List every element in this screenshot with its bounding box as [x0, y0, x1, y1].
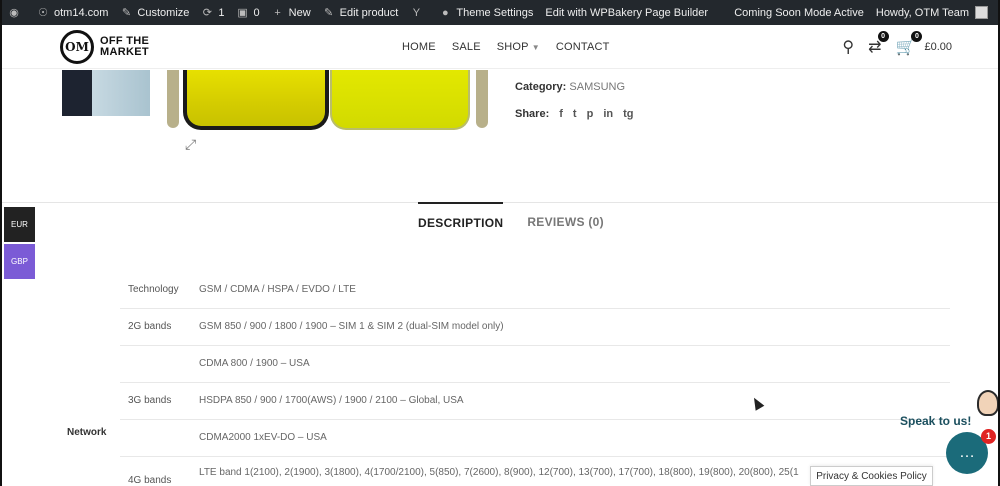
comments-count: 0 [253, 6, 260, 19]
thumbnail-light-phone [92, 70, 150, 116]
share-row: Share: f t p in tg [515, 108, 634, 120]
refresh-icon: ⟳ [202, 6, 212, 19]
wp-logo-menu[interactable]: ◉ [2, 0, 31, 25]
phone-back-yellow [330, 70, 470, 130]
product-tabs: DESCRIPTION REVIEWS (0) [418, 202, 628, 242]
customize-link[interactable]: ✎ Customize [114, 0, 195, 25]
site-logo[interactable]: OM OFF THE MARKET [60, 30, 149, 64]
thumbnail-dark-phone [62, 70, 92, 116]
updates-count: 1 [218, 6, 225, 19]
spec-value: CDMA 800 / 1900 – USA [199, 358, 310, 369]
spec-key: 4G bands [128, 475, 172, 486]
new-content-link[interactable]: + New [266, 0, 317, 25]
table-row: CDMA 800 / 1900 – USA [120, 346, 950, 383]
chat-notification-badge: 1 [981, 429, 996, 444]
cart-total[interactable]: £0.00 [924, 41, 952, 53]
wpbakery-link[interactable]: Edit with WPBakery Page Builder [539, 0, 714, 25]
edit-product-link[interactable]: ✎ Edit product [317, 0, 405, 25]
currency-gbp-button[interactable]: GBP [4, 244, 35, 279]
logo-text: OFF THE MARKET [100, 36, 149, 58]
table-row: 3G bands HSDPA 850 / 900 / 1700(AWS) / 1… [120, 383, 950, 420]
nav-shop[interactable]: SHOP ▼ [497, 41, 540, 53]
phone-side-left [167, 70, 179, 128]
spec-value: GSM / CDMA / HSPA / EVDO / LTE [199, 284, 356, 295]
spec-key: 3G bands [128, 395, 172, 406]
customize-label: Customize [137, 6, 190, 19]
nav-shop-label: SHOP [496, 41, 529, 53]
brush-icon: ✎ [121, 6, 132, 19]
compare-count-badge: 0 [877, 31, 889, 42]
cart-count-badge: 0 [911, 31, 923, 42]
wordpress-icon: ◉ [9, 6, 19, 19]
coming-soon-label: Coming Soon Mode Active [734, 6, 864, 19]
category-label: Category: [515, 81, 567, 93]
speak-to-us-label[interactable]: Speak to us! [900, 414, 971, 428]
compare-icon[interactable]: ⇄ 0 [868, 31, 889, 57]
wpbakery-label: Edit with WPBakery Page Builder [545, 6, 709, 19]
nav-home[interactable]: HOME [402, 41, 436, 53]
theme-settings-link[interactable]: ● Theme Settings [433, 0, 539, 25]
yoast-menu[interactable]: Y [404, 0, 433, 25]
home-gauge-icon: ☉ [38, 6, 48, 19]
chevron-down-icon: ▼ [531, 43, 540, 52]
logo-mark: OM [60, 30, 94, 64]
theme-settings-label: Theme Settings [456, 6, 534, 19]
site-name-link[interactable]: ☉ otm14.com [31, 0, 114, 25]
table-row: Technology GSM / CDMA / HSPA / EVDO / LT… [120, 272, 950, 309]
plus-icon: + [274, 6, 281, 19]
tab-description[interactable]: DESCRIPTION [418, 202, 504, 242]
logo-line-2: MARKET [100, 46, 149, 58]
avatar [975, 6, 988, 19]
site-header: OM OFF THE MARKET HOME SALE SHOP ▼ CONTAC… [2, 25, 998, 69]
table-row: CDMA2000 1xEV-DO – USA [120, 420, 950, 457]
cart-icon[interactable]: 🛒 0 [896, 31, 923, 57]
header-icons: ⚲ ⇄ 0 🛒 0 £0.00 [828, 25, 952, 69]
main-nav: HOME SALE SHOP ▼ CONTACT [402, 25, 626, 69]
new-label: New [288, 6, 311, 19]
currency-eur-button[interactable]: EUR [4, 207, 35, 242]
browser-frame: ◉ ☉ otm14.com ✎ Customize ⟳ 1 ▣ 0 + New ✎ Edit… [0, 0, 1000, 486]
table-row: 2G bands GSM 850 / 900 / 1800 / 1900 – S… [120, 309, 950, 346]
telegram-icon[interactable]: tg [623, 108, 633, 120]
account-menu[interactable]: Howdy, OTM Team [870, 0, 998, 25]
pencil-icon: ✎ [324, 6, 334, 19]
comment-icon: ▣ [237, 6, 248, 19]
spec-value: CDMA2000 1xEV-DO – USA [199, 432, 327, 443]
admin-bar: ◉ ☉ otm14.com ✎ Customize ⟳ 1 ▣ 0 + New ✎ Edit… [2, 0, 998, 25]
spec-value: LTE band 1(2100), 2(1900), 3(1800), 4(17… [199, 467, 799, 478]
nav-contact[interactable]: CONTACT [556, 41, 610, 53]
facebook-icon[interactable]: f [559, 108, 563, 120]
share-label: Share: [515, 108, 550, 120]
pinterest-icon[interactable]: p [587, 108, 594, 120]
phone-side-right [476, 70, 488, 128]
product-main-image[interactable] [165, 70, 495, 132]
search-icon[interactable]: ⚲ [842, 37, 854, 57]
spec-value: HSDPA 850 / 900 / 1700(AWS) / 1900 / 210… [199, 395, 464, 406]
spec-value: GSM 850 / 900 / 1800 / 1900 – SIM 1 & SI… [199, 321, 504, 332]
spec-key: Technology [128, 284, 179, 295]
comments-link[interactable]: ▣ 0 [231, 0, 266, 25]
coming-soon-indicator[interactable]: Coming Soon Mode Active [728, 0, 870, 25]
product-category: Category: SAMSUNG [515, 81, 625, 93]
logo-mark-text: OM [65, 40, 89, 54]
spec-group-label: Network [67, 427, 107, 438]
yoast-icon: Y [412, 6, 421, 19]
tab-reviews[interactable]: REVIEWS (0) [527, 202, 604, 242]
phone-front-yellow [183, 70, 329, 130]
updates-link[interactable]: ⟳ 1 [195, 0, 230, 25]
status-dot-icon: ● [442, 6, 449, 19]
site-name: otm14.com [54, 6, 109, 19]
edit-product-label: Edit product [339, 6, 399, 19]
nav-sale[interactable]: SALE [452, 41, 481, 53]
spec-key: 2G bands [128, 321, 172, 332]
support-agent-avatar-icon[interactable] [977, 390, 998, 416]
category-link[interactable]: SAMSUNG [569, 81, 625, 93]
howdy-label: Howdy, OTM Team [875, 6, 969, 19]
linkedin-icon[interactable]: in [603, 108, 613, 120]
gallery-thumbnail[interactable] [62, 70, 150, 116]
twitter-icon[interactable]: t [573, 108, 577, 120]
zoom-expand-icon[interactable]: ⤢ [185, 136, 196, 153]
privacy-policy-button[interactable]: Privacy & Cookies Policy [810, 466, 933, 486]
